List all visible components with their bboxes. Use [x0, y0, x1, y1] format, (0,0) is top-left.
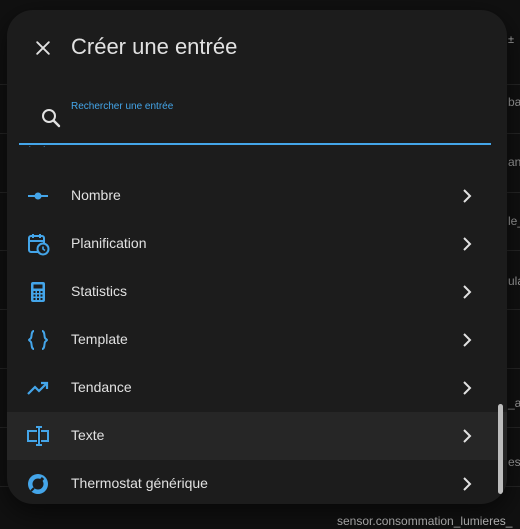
dialog-header: Créer une entrée — [7, 10, 507, 84]
bg-fragment: ± — [508, 34, 515, 46]
list-item-tendance[interactable]: Tendance — [7, 364, 507, 412]
chevron-right-icon — [463, 189, 472, 203]
bg-entity-id: sensor.consommation_lumieres_ — [337, 514, 513, 528]
item-label: Template — [71, 331, 128, 347]
close-icon — [36, 41, 50, 55]
search-icon — [42, 109, 61, 128]
list-item-nombre[interactable]: Nombre — [7, 172, 507, 220]
item-label: Tendance — [71, 379, 132, 395]
bg-fragment: le_ — [508, 214, 520, 228]
item-label: Texte — [71, 427, 105, 443]
calendar-clock-icon — [26, 232, 50, 256]
item-label: Statistics — [71, 283, 128, 299]
item-label: Planification — [71, 235, 147, 251]
search-label: Rechercher une entrée — [71, 101, 174, 112]
trending-up-icon — [26, 376, 50, 400]
thermostat-icon — [26, 472, 50, 496]
bg-fragment: es_ — [508, 455, 520, 469]
chevron-right-icon — [463, 477, 472, 491]
bg-fragment: ba — [508, 95, 520, 109]
chevron-right-icon — [463, 381, 472, 395]
chevron-right-icon — [463, 237, 472, 251]
item-label: Nombre — [71, 187, 121, 203]
calculator-icon — [26, 280, 50, 304]
ray-vertex-icon — [26, 184, 50, 208]
list-item-planification[interactable]: Planification — [7, 220, 507, 268]
list-item-template[interactable]: Template — [7, 316, 507, 364]
bg-fragment: _au — [508, 396, 520, 410]
item-label: Thermostat générique — [71, 475, 208, 491]
list-item-thermostat-generique[interactable]: Thermostat générique — [7, 460, 507, 504]
search-field[interactable]: Rechercher une entrée — [19, 92, 499, 144]
create-helper-dialog: Créer une entrée Rechercher une entrée N… — [7, 10, 507, 504]
bg-fragment: ula — [508, 274, 520, 288]
search-input[interactable] — [71, 116, 471, 138]
chevron-right-icon — [463, 333, 472, 347]
helper-list[interactable]: Nombre Planification Statistics Template… — [7, 146, 507, 504]
chevron-right-icon — [463, 429, 472, 443]
list-item-partial — [7, 146, 507, 152]
list-item-texte[interactable]: Texte — [7, 412, 507, 460]
scrollbar-thumb[interactable] — [498, 404, 503, 494]
chevron-right-icon — [463, 285, 472, 299]
bg-fragment: an — [508, 155, 520, 169]
form-textbox-icon — [26, 424, 50, 448]
code-braces-icon — [26, 328, 50, 352]
list-item-statistics[interactable]: Statistics — [7, 268, 507, 316]
close-button[interactable] — [27, 32, 59, 64]
search-underline — [19, 143, 491, 145]
dialog-title: Créer une entrée — [71, 34, 238, 59]
